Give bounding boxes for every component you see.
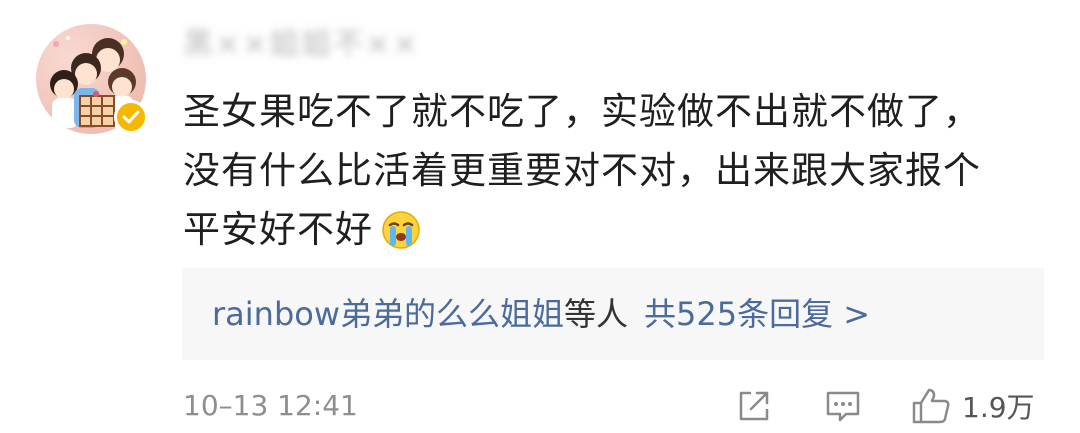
replies-preview[interactable]: rainbow弟弟的么么姐姐等人 共525条回复 >	[182, 268, 1044, 360]
reply-others-label: 等人	[564, 295, 629, 333]
comment-line-2: 没有什么比活着更重要对不对，出来跟大家报个	[183, 149, 981, 192]
share-icon	[739, 391, 769, 421]
comment-line-3-text: 平安好不好	[183, 208, 373, 251]
comment-bubble-icon	[826, 391, 860, 422]
comment-timestamp: 10–13 12:41	[183, 389, 358, 422]
comment-footer: 10–13 12:41 1.9万	[0, 380, 1080, 432]
like-count: 1.9万	[962, 391, 1035, 424]
crying-face-icon	[381, 208, 421, 267]
comment-button[interactable]	[824, 386, 862, 426]
comment-line-1: 圣女果吃不了就不吃了，实验做不出就不做了，	[183, 90, 981, 133]
share-button[interactable]	[735, 386, 773, 426]
username[interactable]: 黑××姐姐不××	[183, 20, 443, 70]
reply-user-names[interactable]: rainbow弟弟的么么姐姐	[212, 295, 564, 333]
replies-summary[interactable]: rainbow弟弟的么么姐姐等人 共525条回复 >	[212, 268, 870, 360]
comment-line-3: 平安好不好	[183, 200, 1033, 259]
verified-badge-icon	[114, 100, 148, 134]
like-button[interactable]: 1.9万	[910, 386, 1035, 426]
thumbs-up-icon	[912, 388, 950, 424]
avatar-container[interactable]	[36, 24, 148, 134]
comment-text: 圣女果吃不了就不吃了，实验做不出就不做了， 没有什么比活着更重要对不对，出来跟大…	[183, 82, 1033, 259]
reply-count-link[interactable]: 共525条回复 >	[644, 295, 870, 333]
